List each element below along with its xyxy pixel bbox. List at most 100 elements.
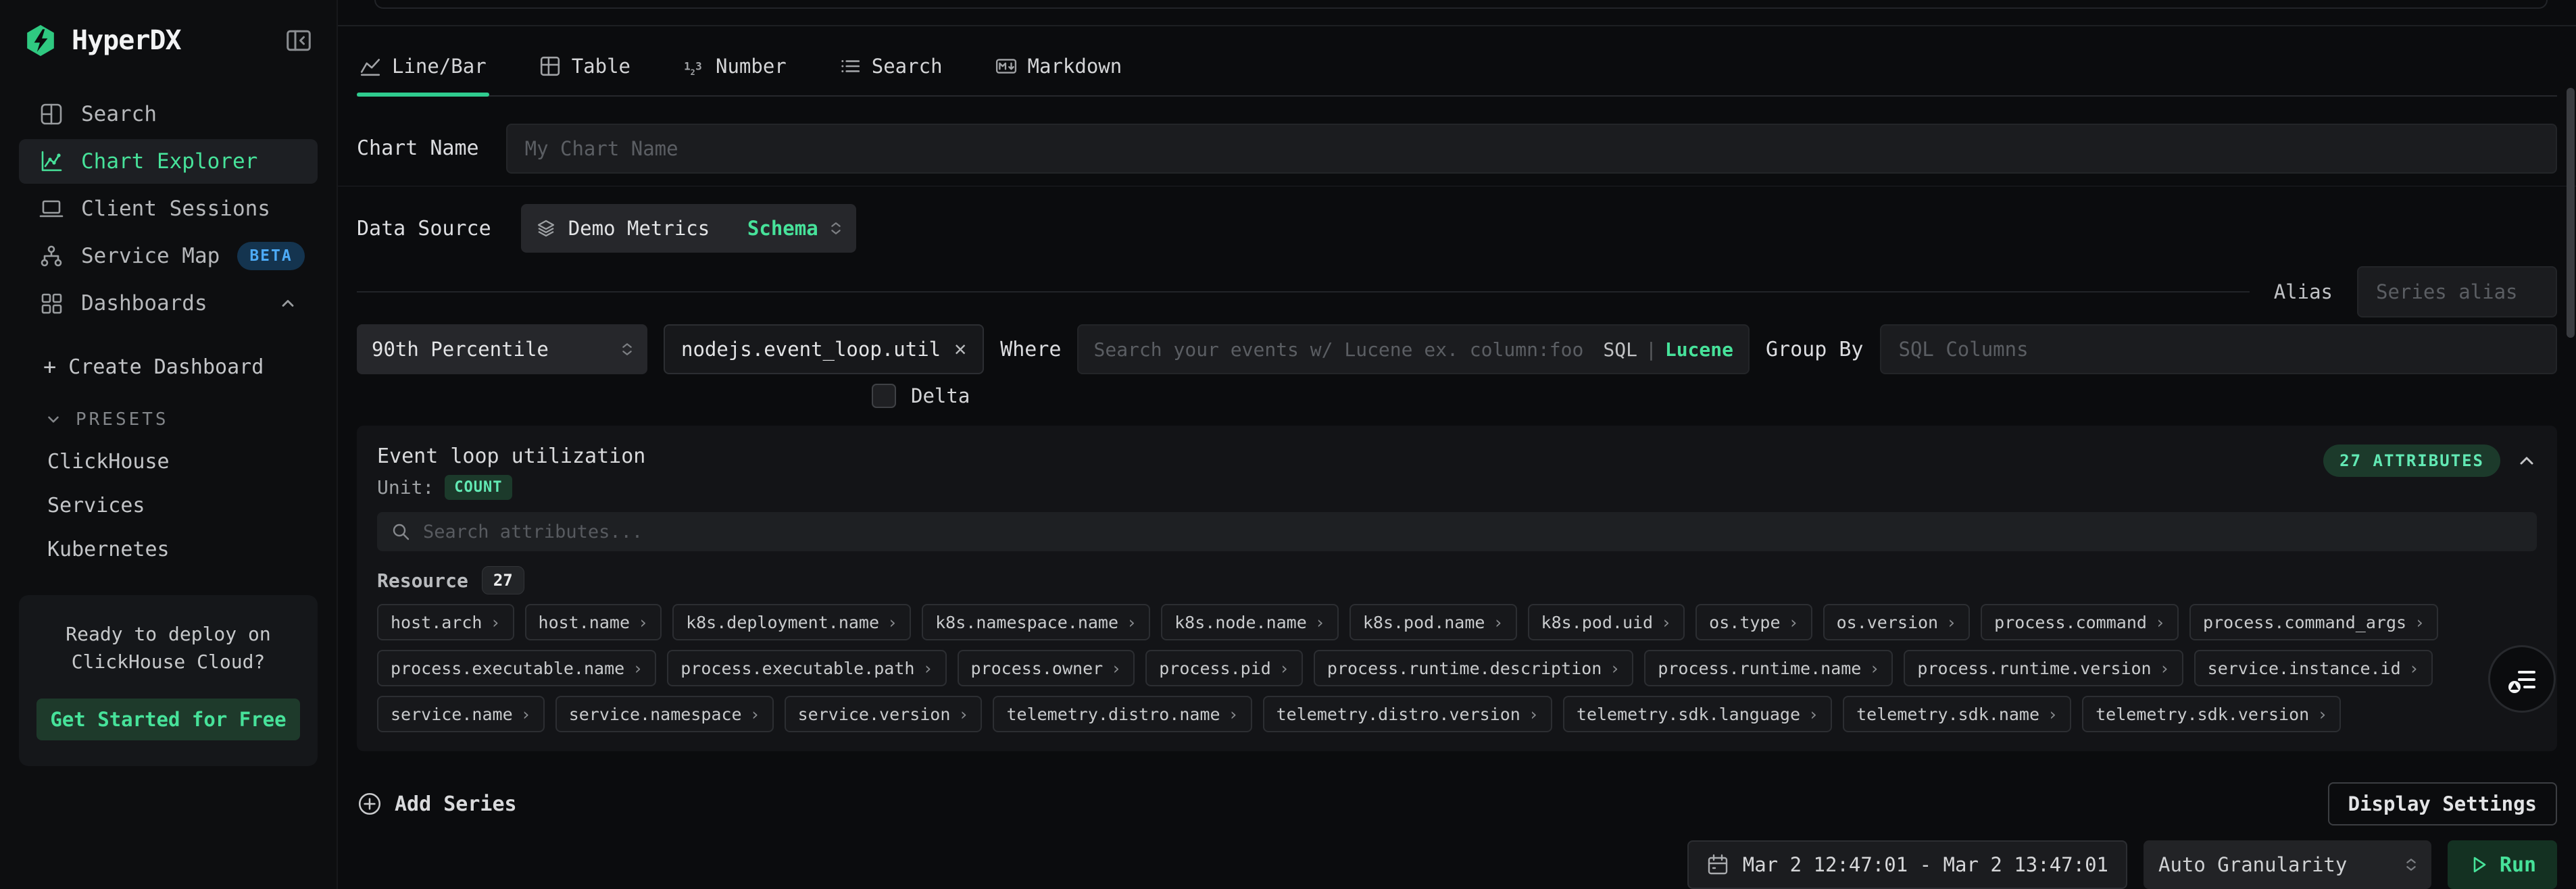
attribute-chip[interactable]: process.runtime.version <box>1904 650 2183 686</box>
run-button[interactable]: Run <box>2448 840 2557 889</box>
chart-name-row: Chart Name <box>357 124 2557 174</box>
sidebar-collapse-icon[interactable] <box>284 26 314 55</box>
attributes-search-input[interactable] <box>423 522 2523 542</box>
presets-header[interactable]: PRESETS <box>45 409 337 430</box>
attribute-chip[interactable]: telemetry.distro.version <box>1263 696 1552 732</box>
attribute-chip[interactable]: process.executable.path <box>667 650 946 686</box>
attribute-chip[interactable]: service.name <box>377 696 545 732</box>
attribute-chip[interactable]: telemetry.sdk.language <box>1563 696 1832 732</box>
attribute-chip[interactable]: k8s.namespace.name <box>922 604 1150 640</box>
sidebar-item-chart-explorer[interactable]: Chart Explorer <box>19 139 318 184</box>
tab-number[interactable]: 1 2 3 Number <box>680 55 789 95</box>
alias-row: Alias <box>357 266 2557 318</box>
attribute-chip[interactable]: process.command_args <box>2189 604 2438 640</box>
series-row: 90th Percentile nodejs.event_loop.util ✕… <box>357 324 2557 374</box>
attribute-chip[interactable]: telemetry.sdk.name <box>1843 696 2071 732</box>
preset-kubernetes[interactable]: Kubernetes <box>47 538 337 561</box>
granularity-value: Auto Granularity <box>2158 853 2347 876</box>
attribute-chip[interactable]: process.owner <box>958 650 1135 686</box>
data-source-select[interactable]: Demo Metrics Schema <box>521 204 856 253</box>
attribute-chip[interactable]: process.runtime.name <box>1644 650 1893 686</box>
where-search-input[interactable] <box>1093 338 1592 361</box>
sidebar-nav: Search Chart Explorer <box>0 92 337 326</box>
time-range-value: Mar 2 12:47:01 - Mar 2 13:47:01 <box>1743 853 2108 876</box>
attribute-chip[interactable]: os.version <box>1823 604 1971 640</box>
sidebar-item-client-sessions[interactable]: Client Sessions <box>19 186 318 231</box>
sidebar-item-service-map[interactable]: Service Map BETA <box>19 234 318 278</box>
sidebar-item-search[interactable]: Search <box>19 92 318 136</box>
attribute-chip[interactable]: host.name <box>525 604 662 640</box>
metric-name: nodejs.event_loop.util <box>681 338 941 361</box>
attributes-count-badge: 27 ATTRIBUTES <box>2323 444 2500 477</box>
sql-option[interactable]: SQL <box>1603 338 1637 361</box>
tab-search[interactable]: Search <box>837 55 945 95</box>
attribute-chip[interactable]: service.namespace <box>555 696 774 732</box>
attribute-chip[interactable]: service.instance.id <box>2194 650 2433 686</box>
feedback-widget-button[interactable] <box>2488 645 2556 713</box>
lucene-option[interactable]: Lucene <box>1665 338 1733 361</box>
attribute-chip[interactable]: k8s.node.name <box>1161 604 1339 640</box>
time-range-picker[interactable]: Mar 2 12:47:01 - Mar 2 13:47:01 <box>1687 840 2127 889</box>
metric-tag[interactable]: nodejs.event_loop.util ✕ <box>664 324 984 374</box>
chevron-right-icon <box>2160 659 2170 678</box>
tab-label: Number <box>716 55 787 78</box>
attribute-chip[interactable]: process.runtime.description <box>1314 650 1633 686</box>
select-chevrons-icon <box>831 222 841 235</box>
tab-line-bar[interactable]: Line/Bar <box>357 55 489 95</box>
main-content: Line/Bar Table 1 2 3 Number <box>338 0 2576 889</box>
attribute-chip[interactable]: k8s.deployment.name <box>672 604 911 640</box>
group-by-input[interactable] <box>1880 324 2558 374</box>
hierarchy-icon <box>39 244 64 268</box>
resource-count-badge: 27 <box>482 566 524 594</box>
aggregation-select[interactable]: 90th Percentile <box>357 324 647 374</box>
chevron-up-icon[interactable] <box>2517 451 2537 471</box>
attribute-chip[interactable]: telemetry.sdk.version <box>2082 696 2341 732</box>
sidebar-item-dashboards[interactable]: Dashboards <box>19 281 318 326</box>
attribute-chip[interactable]: k8s.pod.name <box>1349 604 1517 640</box>
attribute-chip[interactable]: k8s.pod.uid <box>1528 604 1685 640</box>
close-icon[interactable]: ✕ <box>954 339 966 359</box>
preset-clickhouse[interactable]: ClickHouse <box>47 450 337 474</box>
sidebar-item-label: Client Sessions <box>81 197 297 221</box>
chevron-right-icon <box>1661 613 1671 632</box>
chart-line-icon <box>39 149 64 174</box>
scrollbar-thumb[interactable] <box>2567 88 2575 338</box>
app-root: HyperDX Search <box>0 0 2576 889</box>
calendar-icon <box>1706 853 1729 876</box>
chevron-right-icon <box>958 705 968 724</box>
brand-name: HyperDX <box>72 25 269 56</box>
attribute-chip[interactable]: host.arch <box>377 604 514 640</box>
toggle-divider: | <box>1645 338 1657 361</box>
schema-link[interactable]: Schema <box>747 217 818 240</box>
attribute-chip[interactable]: os.type <box>1695 604 1812 640</box>
delta-row: Delta <box>872 384 2557 408</box>
add-series-button[interactable]: Add Series <box>357 791 517 817</box>
alias-input[interactable] <box>2357 266 2557 318</box>
query-footer-row: Mar 2 12:47:01 - Mar 2 13:47:01 Auto Gra… <box>357 840 2557 889</box>
svg-text:3: 3 <box>695 59 702 72</box>
tab-markdown[interactable]: Markdown <box>993 55 1125 95</box>
clickhouse-cloud-promo-card: Ready to deploy on ClickHouse Cloud? Get… <box>19 595 318 766</box>
chevron-down-icon <box>45 411 62 428</box>
query-language-toggle[interactable]: SQL | Lucene <box>1603 338 1733 361</box>
display-settings-button[interactable]: Display Settings <box>2328 782 2557 825</box>
sidebar-item-label: Dashboards <box>81 291 261 315</box>
tab-table[interactable]: Table <box>537 55 633 95</box>
tab-label: Markdown <box>1028 55 1122 78</box>
number-123-icon: 1 2 3 <box>683 55 705 77</box>
attribute-chip[interactable]: service.version <box>785 696 983 732</box>
data-source-label: Data Source <box>357 217 491 240</box>
attribute-chip[interactable]: process.executable.name <box>377 650 656 686</box>
data-source-value: Demo Metrics <box>568 217 735 240</box>
attribute-chip[interactable]: process.command <box>1981 604 2179 640</box>
attribute-chip[interactable]: telemetry.distro.name <box>993 696 1252 732</box>
granularity-select[interactable]: Auto Granularity <box>2144 840 2431 889</box>
create-dashboard-button[interactable]: Create Dashboard <box>43 354 337 380</box>
attribute-chip[interactable]: process.pid <box>1145 650 1303 686</box>
where-search-box: SQL | Lucene <box>1077 324 1750 374</box>
delta-checkbox[interactable] <box>872 384 896 408</box>
chart-name-input[interactable] <box>506 124 2557 174</box>
preset-services[interactable]: Services <box>47 494 337 517</box>
attributes-search-box <box>377 512 2537 551</box>
get-started-button[interactable]: Get Started for Free <box>36 698 300 740</box>
